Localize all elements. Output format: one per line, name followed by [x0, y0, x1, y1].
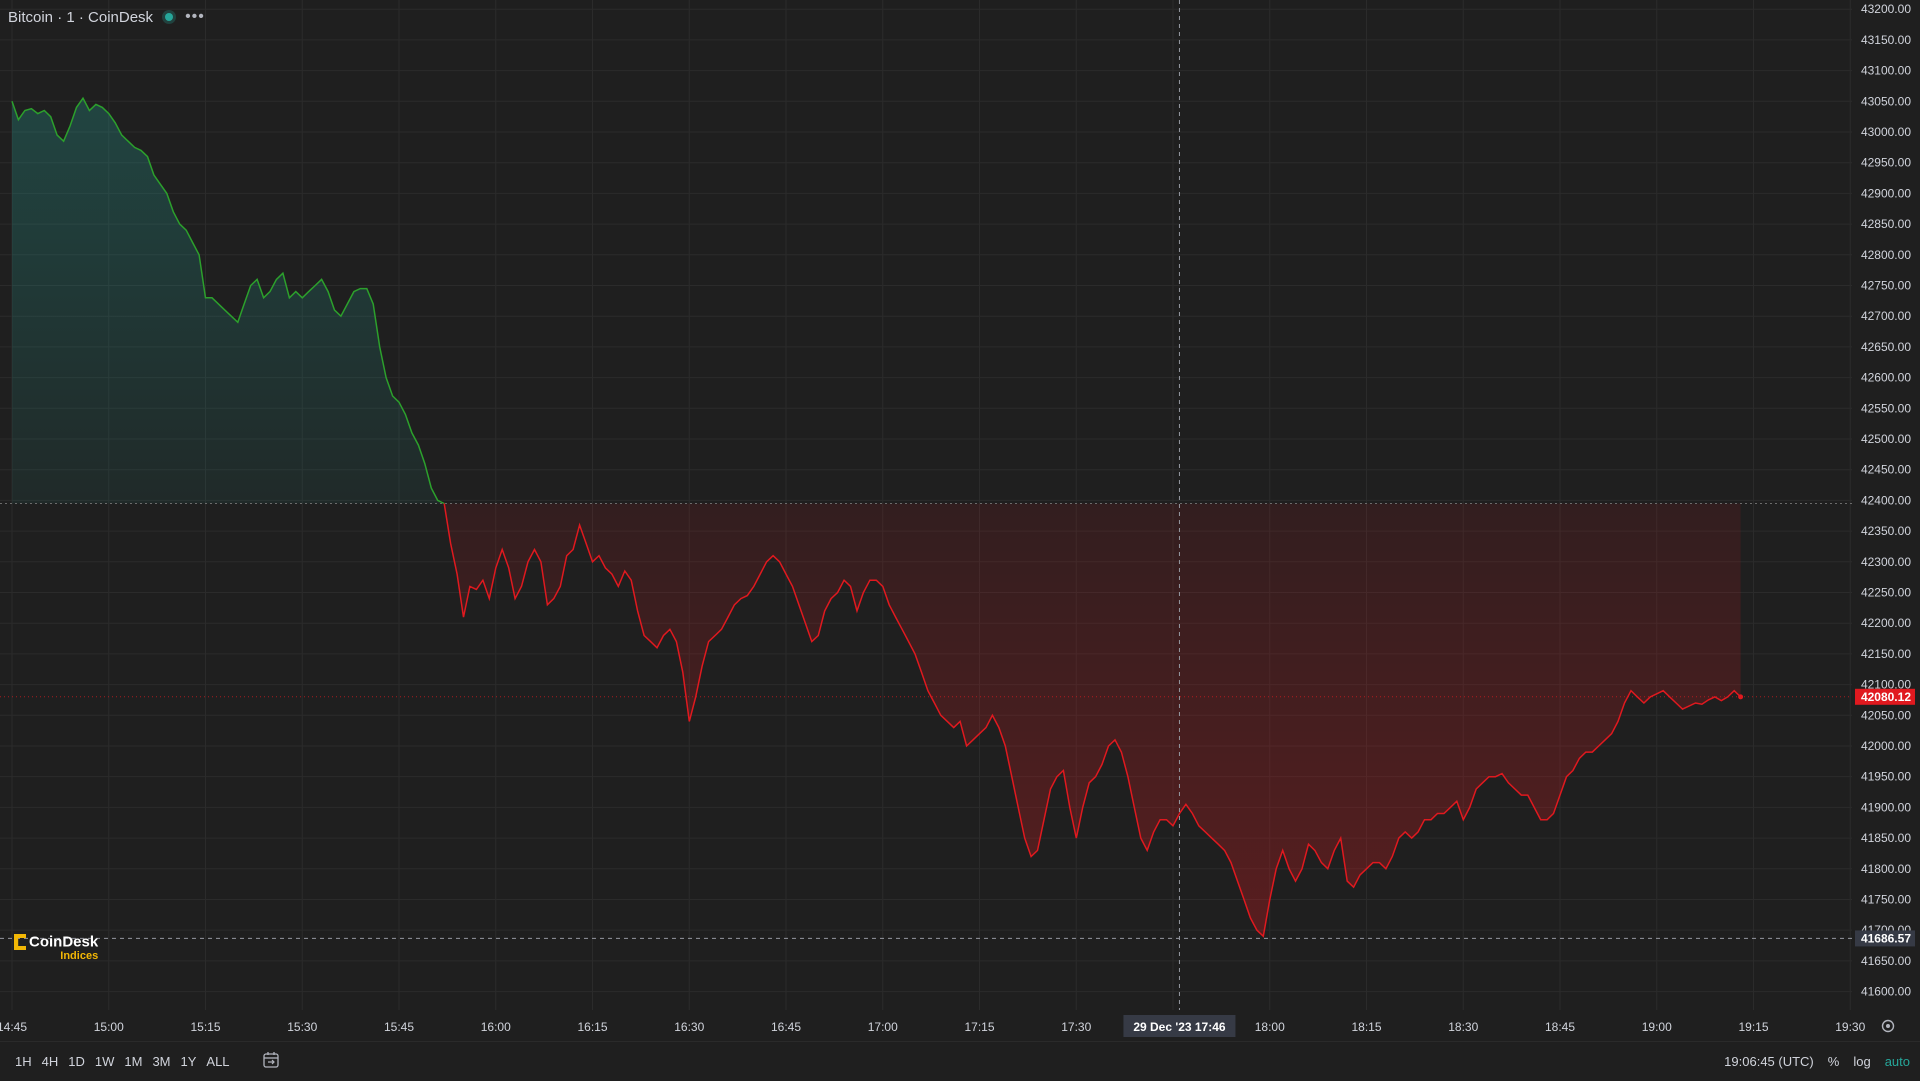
x-tick-label: 18:30	[1448, 1020, 1478, 1034]
range-selector: 1H 4H 1D 1W 1M 3M 1Y ALL	[10, 1052, 235, 1071]
crosshair-time-label: 29 Dec '23 17:46	[1133, 1020, 1226, 1034]
range-3m-button[interactable]: 3M	[147, 1052, 175, 1071]
x-tick-label: 17:15	[964, 1020, 994, 1034]
x-tick-label: 18:00	[1255, 1020, 1285, 1034]
y-tick-label: 41800.00	[1861, 862, 1911, 876]
y-tick-label: 41650.00	[1861, 954, 1911, 968]
percent-scale-toggle[interactable]: %	[1828, 1054, 1840, 1069]
y-tick-label: 42400.00	[1861, 493, 1911, 507]
range-1m-button[interactable]: 1M	[119, 1052, 147, 1071]
crosshair-price-label: 41686.57	[1861, 931, 1911, 945]
y-tick-label: 42950.00	[1861, 156, 1911, 170]
x-tick-label: 17:00	[868, 1020, 898, 1034]
logo-name: CoinDesk	[29, 933, 99, 951]
symbol-title[interactable]: Bitcoin · 1 · CoinDesk	[8, 9, 153, 26]
auto-scale-toggle[interactable]: auto	[1885, 1054, 1910, 1069]
y-tick-label: 43050.00	[1861, 94, 1911, 108]
y-tick-label: 42650.00	[1861, 340, 1911, 354]
y-tick-label: 42550.00	[1861, 401, 1911, 415]
x-tick-label: 19:15	[1738, 1020, 1768, 1034]
y-tick-label: 42150.00	[1861, 647, 1911, 661]
y-tick-label: 42600.00	[1861, 371, 1911, 385]
y-tick-label: 42900.00	[1861, 186, 1911, 200]
y-tick-label: 41850.00	[1861, 831, 1911, 845]
x-tick-label: 18:15	[1351, 1020, 1381, 1034]
logo-subtitle: Indices	[60, 950, 99, 963]
area-below-baseline	[444, 503, 1741, 937]
y-tick-label: 43200.00	[1861, 2, 1911, 16]
x-tick-label: 14:45	[0, 1020, 27, 1034]
coindesk-logo-icon	[14, 934, 26, 950]
x-tick-label: 19:30	[1835, 1020, 1865, 1034]
y-tick-label: 42500.00	[1861, 432, 1911, 446]
y-tick-label: 42350.00	[1861, 524, 1911, 538]
last-price-label: 42080.12	[1861, 690, 1911, 704]
y-tick-label: 42300.00	[1861, 555, 1911, 569]
range-1y-button[interactable]: 1Y	[176, 1052, 202, 1071]
y-tick-label: 42800.00	[1861, 248, 1911, 262]
y-tick-label: 43000.00	[1861, 125, 1911, 139]
y-tick-label: 42450.00	[1861, 463, 1911, 477]
y-tick-label: 42700.00	[1861, 309, 1911, 323]
range-1d-button[interactable]: 1D	[63, 1052, 90, 1071]
y-tick-label: 42050.00	[1861, 708, 1911, 722]
gear-icon[interactable]	[1880, 1018, 1896, 1034]
x-tick-label: 15:30	[287, 1020, 317, 1034]
x-tick-label: 16:15	[577, 1020, 607, 1034]
log-scale-toggle[interactable]: log	[1853, 1054, 1870, 1069]
right-tools: 19:06:45 (UTC) % log auto	[1724, 1054, 1910, 1069]
area-above-baseline	[12, 98, 445, 504]
y-tick-label: 42250.00	[1861, 585, 1911, 599]
price-chart[interactable]: 41600.0041650.0041700.0041750.0041800.00…	[0, 0, 1920, 1041]
x-tick-label: 16:30	[674, 1020, 704, 1034]
market-status-dot	[165, 13, 174, 21]
x-tick-label: 18:45	[1545, 1020, 1575, 1034]
bottom-toolbar: 1H 4H 1D 1W 1M 3M 1Y ALL 19:06:45 (UTC) …	[0, 1041, 1920, 1081]
y-tick-label: 42750.00	[1861, 279, 1911, 293]
x-tick-label: 15:00	[94, 1020, 124, 1034]
y-tick-label: 41950.00	[1861, 770, 1911, 784]
y-tick-label: 41900.00	[1861, 800, 1911, 814]
x-tick-label: 16:00	[481, 1020, 511, 1034]
y-tick-label: 43100.00	[1861, 64, 1911, 78]
x-tick-label: 15:15	[190, 1020, 220, 1034]
x-tick-label: 15:45	[384, 1020, 414, 1034]
range-4h-button[interactable]: 4H	[37, 1052, 64, 1071]
range-all-button[interactable]: ALL	[201, 1052, 234, 1071]
ellipsis-icon[interactable]: •••	[185, 8, 205, 26]
last-price-dot	[1738, 694, 1744, 700]
y-tick-label: 42850.00	[1861, 217, 1911, 231]
y-tick-label: 42200.00	[1861, 616, 1911, 630]
y-tick-label: 43150.00	[1861, 33, 1911, 47]
y-tick-label: 41750.00	[1861, 892, 1911, 906]
utc-clock[interactable]: 19:06:45 (UTC)	[1724, 1054, 1814, 1069]
x-tick-label: 17:30	[1061, 1020, 1091, 1034]
range-1h-button[interactable]: 1H	[10, 1052, 37, 1071]
range-1w-button[interactable]: 1W	[90, 1052, 120, 1071]
coindesk-logo: CoinDesk Indices	[14, 934, 98, 962]
y-tick-label: 41600.00	[1861, 985, 1911, 999]
x-tick-label: 16:45	[771, 1020, 801, 1034]
y-tick-label: 42000.00	[1861, 739, 1911, 753]
chart-header: Bitcoin · 1 · CoinDesk •••	[8, 6, 205, 28]
x-tick-label: 19:00	[1642, 1020, 1672, 1034]
calendar-icon[interactable]	[262, 1051, 280, 1069]
